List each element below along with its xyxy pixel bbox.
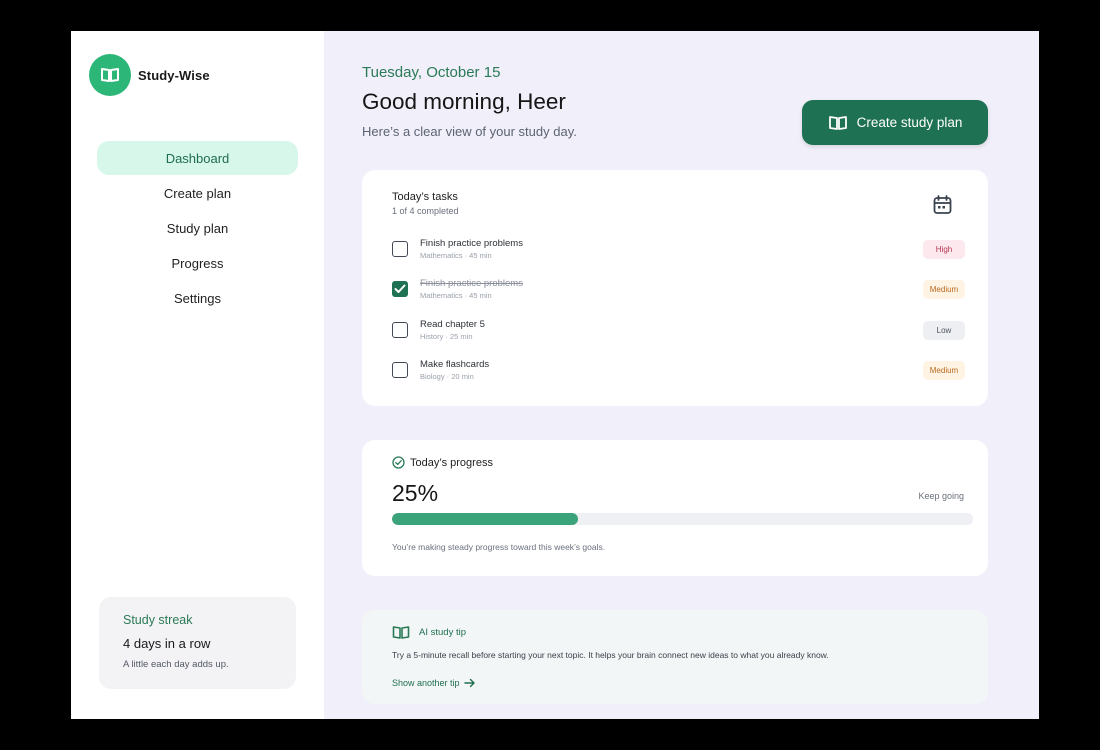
current-date: Tuesday, October 15 xyxy=(362,64,501,81)
progress-bar xyxy=(392,513,973,525)
task-row[interactable]: Finish practice problems Mathematics · 4… xyxy=(392,231,965,267)
progress-percent: 25% xyxy=(392,480,439,506)
priority-badge: Low xyxy=(923,320,965,340)
show-another-tip-link[interactable]: Show another tip xyxy=(392,678,476,688)
tip-header: AI study tip xyxy=(392,625,466,640)
brand-name: Study-Wise xyxy=(138,67,210,83)
task-checkbox[interactable] xyxy=(392,362,408,378)
app-window: Study-Wise Dashboard Create plan Study p… xyxy=(71,31,1039,719)
create-study-plan-button[interactable]: Create study plan xyxy=(802,100,988,145)
check-circle-icon xyxy=(392,456,405,469)
study-streak-card: Study streak 4 days in a row A little ea… xyxy=(99,597,296,689)
sidebar-item-settings[interactable]: Settings xyxy=(97,281,298,315)
task-name: Read chapter 5 xyxy=(420,319,485,330)
sidebar: Study-Wise Dashboard Create plan Study p… xyxy=(71,31,324,719)
task-text: Read chapter 5 History · 25 min xyxy=(420,319,923,341)
todays-tasks-card: Today’s tasks 1 of 4 completed Finish pr… xyxy=(362,170,988,406)
sidebar-nav: Dashboard Create plan Study plan Progres… xyxy=(97,141,298,316)
task-text: Finish practice problems Mathematics · 4… xyxy=(420,278,923,300)
book-open-icon xyxy=(392,626,410,639)
task-meta: History · 25 min xyxy=(420,332,473,341)
arrow-right-icon xyxy=(463,678,475,688)
task-row[interactable]: Make flashcards Biology · 20 min Medium xyxy=(392,352,965,388)
streak-value: 4 days in a row xyxy=(123,636,211,651)
progress-header: Today’s progress xyxy=(392,456,493,469)
priority-badge: Medium xyxy=(923,279,965,299)
main-content: Tuesday, October 15 Good morning, Heer H… xyxy=(324,31,1039,719)
task-name: Make flashcards xyxy=(420,359,490,370)
task-row[interactable]: Read chapter 5 History · 25 min Low xyxy=(392,312,965,348)
book-open-icon xyxy=(828,115,847,130)
progress-title: Today’s progress xyxy=(410,456,493,469)
priority-badge: High xyxy=(923,239,965,259)
task-name: Finish practice problems xyxy=(420,238,523,249)
page-title: Good morning, Heer xyxy=(362,89,566,114)
brand[interactable]: Study-Wise xyxy=(89,54,210,96)
tip-body: Try a 5-minute recall before starting yo… xyxy=(392,650,829,660)
streak-title: Study streak xyxy=(123,613,193,627)
task-checkbox-checked[interactable] xyxy=(392,281,408,297)
task-meta: Mathematics · 45 min xyxy=(420,251,492,260)
task-name: Finish practice problems xyxy=(420,278,523,289)
sidebar-item-study-plan[interactable]: Study plan xyxy=(97,211,298,245)
tip-title: AI study tip xyxy=(419,627,466,638)
create-study-plan-label: Create study plan xyxy=(856,115,963,130)
checkmark-icon xyxy=(394,284,406,293)
book-icon xyxy=(89,54,131,96)
task-checkbox[interactable] xyxy=(392,241,408,257)
progress-note: Keep going xyxy=(918,491,964,501)
progress-bar-fill xyxy=(392,513,578,525)
sidebar-item-create-plan[interactable]: Create plan xyxy=(97,176,298,210)
tasks-title: Today’s tasks xyxy=(392,191,458,203)
task-meta: Mathematics · 45 min xyxy=(420,291,492,300)
calendar-icon[interactable] xyxy=(933,195,952,220)
streak-subtitle: A little each day adds up. xyxy=(123,659,229,670)
sidebar-item-progress[interactable]: Progress xyxy=(97,246,298,280)
tasks-count: 1 of 4 completed xyxy=(392,206,459,216)
task-text: Make flashcards Biology · 20 min xyxy=(420,359,923,381)
ai-study-tip-card: AI study tip Try a 5-minute recall befor… xyxy=(362,610,988,704)
show-another-tip-label: Show another tip xyxy=(392,678,460,688)
task-row[interactable]: Finish practice problems Mathematics · 4… xyxy=(392,271,965,307)
task-checkbox[interactable] xyxy=(392,322,408,338)
todays-progress-card: Today’s progress 25% Keep going You’re m… xyxy=(362,440,988,576)
progress-caption: You’re making steady progress toward thi… xyxy=(392,542,606,552)
sidebar-item-dashboard[interactable]: Dashboard xyxy=(97,141,298,175)
task-meta: Biology · 20 min xyxy=(420,372,474,381)
priority-badge: Medium xyxy=(923,360,965,380)
page-subtitle: Here’s a clear view of your study day. xyxy=(362,124,577,139)
task-text: Finish practice problems Mathematics · 4… xyxy=(420,238,923,260)
